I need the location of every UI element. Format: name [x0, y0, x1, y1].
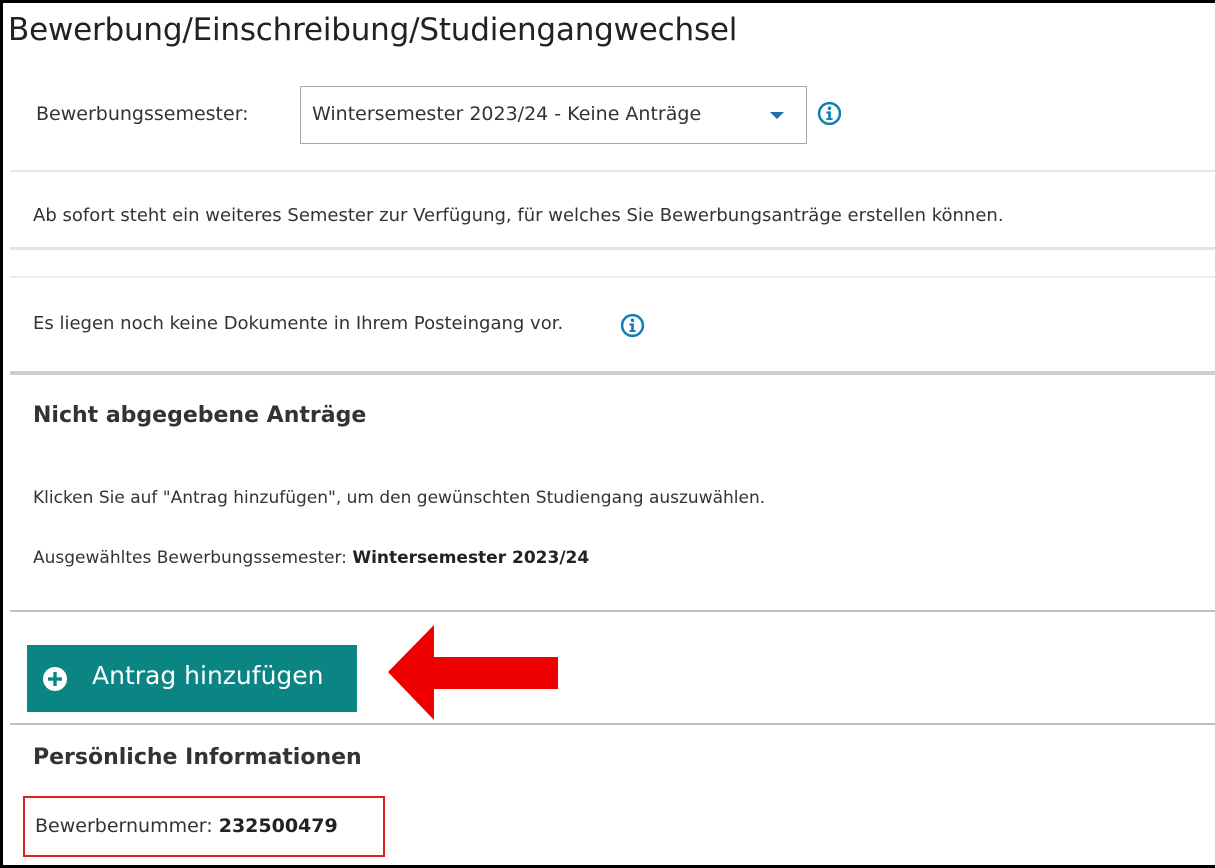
selected-semester-line: Ausgewähltes Bewerbungssemester: Winters… — [33, 548, 589, 568]
section-divider — [10, 170, 1215, 172]
personal-info-heading: Persönliche Informationen — [33, 745, 362, 770]
applicant-number: Bewerbernummer: 232500479 — [35, 815, 338, 837]
section-divider — [10, 247, 1215, 250]
semester-select-value: Wintersemester 2023/24 - Keine Anträge — [312, 103, 702, 125]
new-semester-notice: Ab sofort steht ein weiteres Semester zu… — [33, 205, 1004, 226]
add-application-button[interactable]: Antrag hinzufügen — [27, 645, 357, 712]
info-icon[interactable] — [817, 101, 842, 126]
section-divider — [10, 610, 1215, 612]
info-icon[interactable] — [620, 313, 645, 338]
applicant-number-label: Bewerbernummer: — [35, 815, 213, 837]
semester-label: Bewerbungssemester: — [36, 103, 249, 125]
section-divider — [10, 723, 1215, 725]
page-title: Bewerbung/Einschreibung/Studiengangwechs… — [8, 12, 738, 48]
applicant-number-highlight: Bewerbernummer: 232500479 — [23, 796, 385, 857]
applications-heading: Nicht abgegebene Anträge — [33, 403, 367, 428]
semester-select[interactable]: Wintersemester 2023/24 - Keine Anträge — [300, 86, 807, 144]
applicant-number-value: 232500479 — [218, 815, 338, 837]
posteingang-notice: Es liegen noch keine Dokumente in Ihrem … — [33, 313, 564, 334]
section-divider — [10, 371, 1215, 375]
red-arrow-annotation — [388, 625, 558, 720]
add-application-label: Antrag hinzufügen — [92, 661, 324, 690]
section-divider — [10, 276, 1215, 278]
selected-semester-value: Wintersemester 2023/24 — [352, 548, 590, 568]
chevron-down-icon — [770, 112, 784, 119]
plus-circle-icon — [43, 667, 67, 691]
selected-semester-label: Ausgewähltes Bewerbungssemester: — [33, 548, 347, 568]
applications-instruction: Klicken Sie auf "Antrag hinzufügen", um … — [33, 488, 766, 508]
